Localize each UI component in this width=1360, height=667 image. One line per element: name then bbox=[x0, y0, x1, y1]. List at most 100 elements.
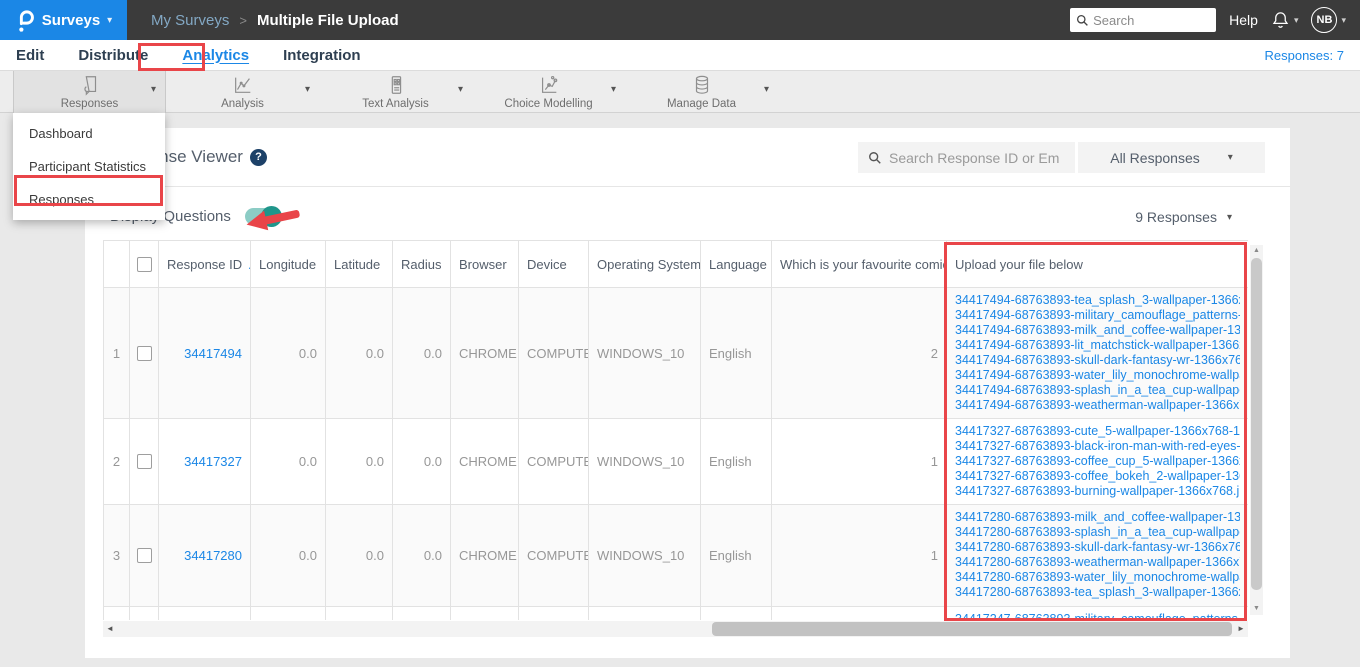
cell-num: 1 bbox=[103, 287, 130, 419]
response-filter-dropdown[interactable]: All Responses ▾ bbox=[1078, 142, 1265, 173]
column-header-checkbox[interactable] bbox=[129, 240, 159, 288]
menu-item-participant-statistics[interactable]: Participant Statistics bbox=[13, 150, 165, 183]
cell-latitude: 0.0 bbox=[325, 287, 393, 419]
file-link[interactable]: 34417494-68763893-milk_and_coffee-wallpa… bbox=[955, 323, 1240, 338]
chevron-down-icon[interactable]: ▾ bbox=[305, 84, 310, 95]
global-search[interactable] bbox=[1070, 8, 1217, 32]
file-link[interactable]: 34417494-68763893-splash_in_a_tea_cup-wa… bbox=[955, 383, 1240, 398]
file-link[interactable]: 34417247-68763893-military_camouflage_pa… bbox=[955, 612, 1240, 620]
response-id-link[interactable]: 34417494 bbox=[184, 346, 242, 361]
chevron-down-icon[interactable]: ▾ bbox=[151, 84, 156, 95]
responses-menu-dropdown: Dashboard Participant Statistics Respons… bbox=[13, 113, 165, 220]
toolbar-item-label: Choice Modelling bbox=[504, 98, 593, 110]
cell-num: 2 bbox=[103, 418, 130, 505]
cell-browser: CHROME bbox=[450, 418, 519, 505]
cell-device: COMPUTER bbox=[518, 418, 589, 505]
file-link[interactable]: 34417327-68763893-coffee_bokeh_2-wallpap… bbox=[955, 469, 1240, 484]
chevron-down-icon[interactable]: ▾ bbox=[611, 84, 616, 95]
column-header-response_id[interactable]: Response ID▲ bbox=[158, 240, 251, 288]
tab-integration[interactable]: Integration bbox=[283, 47, 361, 64]
file-link[interactable]: 34417494-68763893-lit_matchstick-wallpap… bbox=[955, 338, 1240, 353]
file-link[interactable]: 34417280-68763893-water_lily_monochrome-… bbox=[955, 570, 1240, 585]
menu-item-dashboard[interactable]: Dashboard bbox=[13, 117, 165, 150]
table-row: 34417247-68763893-military_camouflage_pa… bbox=[103, 606, 1248, 620]
column-header-latitude: Latitude bbox=[325, 240, 393, 288]
row-checkbox[interactable] bbox=[136, 548, 152, 563]
file-link[interactable]: 34417494-68763893-tea_splash_3-wallpaper… bbox=[955, 293, 1240, 308]
file-link[interactable]: 34417494-68763893-military_camouflage_pa… bbox=[955, 308, 1240, 323]
file-link[interactable]: 34417280-68763893-skull-dark-fantasy-wr-… bbox=[955, 540, 1240, 555]
file-link[interactable]: 34417494-68763893-weatherman-wallpaper-1… bbox=[955, 398, 1240, 413]
cell-latitude: 0.0 bbox=[325, 504, 393, 607]
file-link[interactable]: 34417280-68763893-tea_splash_3-wallpaper… bbox=[955, 585, 1240, 600]
scroll-right-arrow[interactable]: ► bbox=[1234, 621, 1248, 637]
file-link[interactable]: 34417327-68763893-burning-wallpaper-1366… bbox=[955, 484, 1240, 499]
toolbar-choice-modelling[interactable]: Choice Modelling ▾ bbox=[472, 71, 625, 113]
notifications-button[interactable]: ▾ bbox=[1271, 10, 1299, 30]
scroll-up-arrow[interactable]: ▲ bbox=[1250, 245, 1263, 257]
toolbar-text-analysis[interactable]: Text Analysis ▾ bbox=[319, 71, 472, 113]
toolbar-analysis[interactable]: Analysis ▾ bbox=[166, 71, 319, 113]
cell-response_id bbox=[158, 606, 251, 620]
row-checkbox[interactable] bbox=[136, 454, 152, 469]
response-id-link[interactable]: 34417327 bbox=[184, 454, 242, 469]
file-link[interactable]: 34417494-68763893-skull-dark-fantasy-wr-… bbox=[955, 353, 1240, 368]
cell-device: COMPUTER bbox=[518, 287, 589, 419]
horizontal-scrollbar[interactable]: ◄ ► bbox=[103, 621, 1248, 637]
response-search-input[interactable] bbox=[889, 149, 1059, 166]
file-link[interactable]: 34417494-68763893-water_lily_monochrome-… bbox=[955, 368, 1240, 383]
top-bar: Surveys ▾ My Surveys > Multiple File Upl… bbox=[0, 0, 1360, 40]
toggle-knob bbox=[260, 206, 282, 227]
file-link[interactable]: 34417280-68763893-milk_and_coffee-wallpa… bbox=[955, 510, 1240, 525]
scroll-left-arrow[interactable]: ◄ bbox=[103, 621, 117, 637]
toolbar-item-label: Manage Data bbox=[666, 98, 737, 110]
cell-browser bbox=[450, 606, 519, 620]
toolbar-item-label: Text Analysis bbox=[362, 98, 429, 110]
cell-browser: CHROME bbox=[450, 504, 519, 607]
chevron-down-icon: ▾ bbox=[1226, 211, 1232, 223]
column-header-comics: Which is your favourite comics? bbox=[771, 240, 947, 288]
vertical-scroll-thumb[interactable] bbox=[1251, 258, 1262, 590]
cell-device: COMPUTER bbox=[518, 504, 589, 607]
global-search-input[interactable] bbox=[1093, 12, 1204, 28]
response-search[interactable] bbox=[858, 142, 1075, 173]
file-link[interactable]: 34417280-68763893-splash_in_a_tea_cup-wa… bbox=[955, 525, 1240, 540]
cell-radius: 0.0 bbox=[392, 287, 451, 419]
horizontal-scroll-thumb[interactable] bbox=[712, 622, 1232, 636]
file-link[interactable]: 34417327-68763893-coffee_cup_5-wallpaper… bbox=[955, 454, 1240, 469]
menu-item-responses[interactable]: Responses bbox=[13, 183, 165, 216]
select-all-checkbox[interactable] bbox=[136, 256, 152, 272]
breadcrumb-my-surveys[interactable]: My Surveys bbox=[151, 12, 229, 29]
cell-language: English bbox=[700, 504, 772, 607]
tab-edit[interactable]: Edit bbox=[16, 47, 44, 64]
cell-checkbox bbox=[129, 606, 159, 620]
file-link[interactable]: 34417280-68763893-weatherman-wallpaper-1… bbox=[955, 555, 1240, 570]
account-menu[interactable]: NB ▾ bbox=[1311, 7, 1346, 33]
row-checkbox[interactable] bbox=[136, 345, 152, 361]
responses-page-dropdown[interactable]: 9 Responses ▾ bbox=[1135, 209, 1232, 225]
scroll-down-arrow[interactable]: ▼ bbox=[1250, 603, 1263, 615]
divider bbox=[85, 186, 1290, 187]
chevron-down-icon[interactable]: ▾ bbox=[764, 84, 769, 95]
cell-files: 34417247-68763893-military_camouflage_pa… bbox=[946, 606, 1248, 620]
vertical-scrollbar[interactable]: ▲ ▼ bbox=[1250, 245, 1263, 615]
response-id-link[interactable]: 34417280 bbox=[184, 548, 242, 563]
product-switcher[interactable]: Surveys ▾ bbox=[0, 0, 127, 40]
help-icon[interactable]: ? bbox=[249, 148, 267, 166]
chevron-down-icon: ▾ bbox=[1341, 14, 1346, 25]
help-link[interactable]: Help bbox=[1229, 12, 1258, 28]
toolbar-responses[interactable]: Responses ▾ bbox=[13, 71, 166, 113]
file-link[interactable]: 34417327-68763893-cute_5-wallpaper-1366x… bbox=[955, 424, 1240, 439]
chevron-down-icon: ▾ bbox=[107, 14, 113, 26]
toolbar-manage-data[interactable]: Manage Data ▾ bbox=[625, 71, 778, 113]
responses-count-badge: Responses: 7 bbox=[1264, 47, 1345, 63]
display-questions-toggle[interactable] bbox=[244, 206, 282, 227]
cell-os: WINDOWS_10 bbox=[588, 287, 701, 419]
tab-distribute[interactable]: Distribute bbox=[78, 47, 148, 64]
chevron-down-icon[interactable]: ▾ bbox=[458, 84, 463, 95]
cell-comics: 1 bbox=[771, 504, 947, 607]
cell-response_id: 34417280 bbox=[158, 504, 251, 607]
file-link[interactable]: 34417327-68763893-black-iron-man-with-re… bbox=[955, 439, 1240, 454]
tab-analytics[interactable]: Analytics bbox=[182, 47, 249, 64]
chevron-down-icon: ▾ bbox=[1293, 14, 1299, 25]
